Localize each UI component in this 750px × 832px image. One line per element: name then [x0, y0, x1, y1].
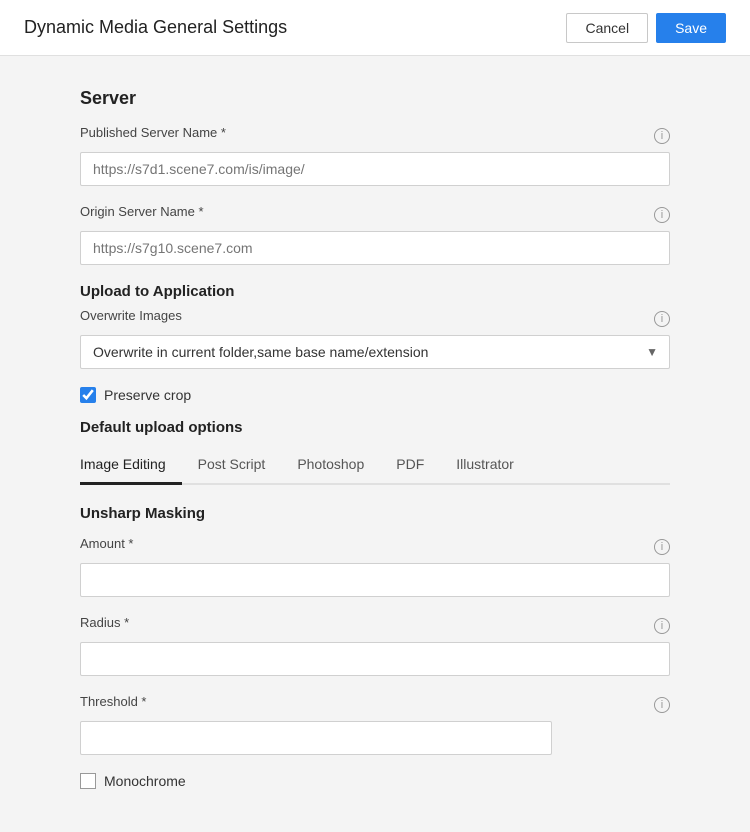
amount-field: Amount * i 1.75	[80, 536, 670, 597]
overwrite-images-field: Overwrite Images i Overwrite in current …	[80, 308, 670, 369]
tab-post-script[interactable]: Post Script	[182, 448, 282, 485]
monochrome-checkbox[interactable]	[80, 773, 96, 789]
threshold-info-icon[interactable]: i	[654, 697, 670, 713]
overwrite-images-select[interactable]: Overwrite in current folder,same base na…	[80, 335, 670, 369]
server-section-title: Server	[80, 88, 670, 109]
tab-photoshop[interactable]: Photoshop	[281, 448, 380, 485]
main-content: Server Published Server Name * i https:/…	[0, 56, 750, 821]
radius-input[interactable]: 0.2	[80, 642, 670, 676]
tab-pdf[interactable]: PDF	[380, 448, 440, 485]
threshold-input[interactable]: 2	[80, 721, 552, 755]
header-actions: Cancel Save	[566, 13, 726, 43]
threshold-label-row: Threshold * i	[80, 694, 670, 715]
page-title: Dynamic Media General Settings	[24, 17, 287, 38]
origin-server-info-icon[interactable]: i	[654, 207, 670, 223]
origin-server-field: Origin Server Name * i https://s7g10.sce…	[80, 204, 670, 265]
upload-section-title: Upload to Application	[80, 283, 670, 300]
amount-label-row: Amount * i	[80, 536, 670, 557]
save-button[interactable]: Save	[656, 13, 726, 43]
overwrite-images-info-icon[interactable]: i	[654, 311, 670, 327]
published-server-label: Published Server Name *	[80, 125, 226, 140]
published-server-label-row: Published Server Name * i	[80, 125, 670, 146]
tab-illustrator[interactable]: Illustrator	[440, 448, 530, 485]
amount-info-icon[interactable]: i	[654, 539, 670, 555]
radius-label: Radius *	[80, 615, 129, 630]
amount-input[interactable]: 1.75	[80, 563, 670, 597]
unsharp-masking-section: Unsharp Masking Amount * i 1.75 Radius *…	[80, 505, 670, 789]
published-server-input[interactable]: https://s7d1.scene7.com/is/image/	[80, 152, 670, 186]
unsharp-masking-title: Unsharp Masking	[80, 505, 670, 522]
tab-image-editing[interactable]: Image Editing	[80, 448, 182, 485]
threshold-label: Threshold *	[80, 694, 146, 709]
radius-info-icon[interactable]: i	[654, 618, 670, 634]
origin-server-label: Origin Server Name *	[80, 204, 204, 219]
upload-tabs: Image Editing Post Script Photoshop PDF …	[80, 448, 670, 485]
preserve-crop-row: Preserve crop	[80, 387, 670, 403]
default-upload-title: Default upload options	[80, 419, 670, 436]
published-server-info-icon[interactable]: i	[654, 128, 670, 144]
radius-field: Radius * i 0.2	[80, 615, 670, 676]
preserve-crop-checkbox[interactable]	[80, 387, 96, 403]
published-server-field: Published Server Name * i https://s7d1.s…	[80, 125, 670, 186]
monochrome-label: Monochrome	[104, 773, 186, 789]
radius-label-row: Radius * i	[80, 615, 670, 636]
overwrite-images-label-row: Overwrite Images i	[80, 308, 670, 329]
overwrite-images-select-wrapper: Overwrite in current folder,same base na…	[80, 335, 670, 369]
header: Dynamic Media General Settings Cancel Sa…	[0, 0, 750, 56]
origin-server-label-row: Origin Server Name * i	[80, 204, 670, 225]
amount-label: Amount *	[80, 536, 133, 551]
origin-server-input[interactable]: https://s7g10.scene7.com	[80, 231, 670, 265]
preserve-crop-label: Preserve crop	[104, 387, 191, 403]
monochrome-row: Monochrome	[80, 773, 670, 789]
threshold-field: Threshold * i 2	[80, 694, 670, 755]
cancel-button[interactable]: Cancel	[566, 13, 648, 43]
overwrite-images-label: Overwrite Images	[80, 308, 182, 323]
